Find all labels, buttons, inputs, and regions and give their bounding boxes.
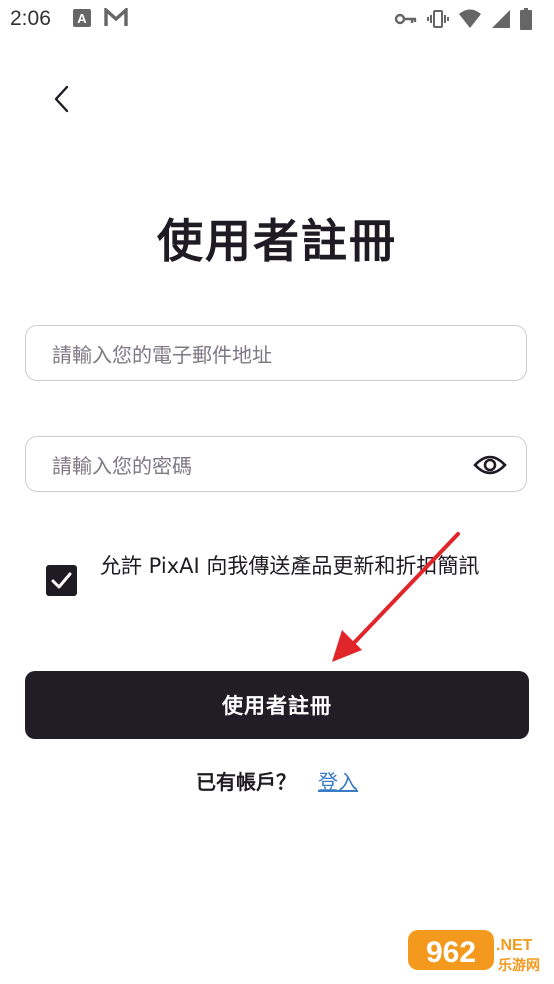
watermark-logo: 962 .NET 乐游网 xyxy=(408,928,548,978)
password-input[interactable] xyxy=(50,451,474,481)
register-button[interactable]: 使用者註冊 xyxy=(25,671,529,739)
key-icon xyxy=(394,9,418,33)
status-time: 2:06 xyxy=(10,7,51,30)
a-box-icon: A xyxy=(72,8,92,32)
watermark-number: 962 xyxy=(426,936,476,969)
login-link[interactable]: 登入 xyxy=(318,770,358,794)
vibrate-icon xyxy=(427,8,449,34)
page-title: 使用者註冊 xyxy=(157,214,397,268)
checkmark-icon xyxy=(46,572,77,600)
email-input[interactable] xyxy=(50,340,474,370)
have-account-text: 已有帳戶？ xyxy=(196,770,296,794)
wifi-icon xyxy=(458,9,482,33)
battery-icon xyxy=(520,8,532,34)
consent-checkbox[interactable] xyxy=(46,565,77,596)
svg-text:A: A xyxy=(77,11,87,26)
password-field[interactable] xyxy=(25,436,527,492)
chevron-left-icon xyxy=(48,85,78,118)
status-bar: 2:06 A xyxy=(0,0,554,40)
consent-label[interactable]: 允許 PixAI 向我傳送產品更新和折扣簡訊 xyxy=(100,549,500,583)
watermark-sub: 乐游网 xyxy=(498,957,540,973)
m-mail-icon xyxy=(104,6,128,32)
email-field[interactable] xyxy=(25,325,527,381)
back-button[interactable] xyxy=(48,84,78,114)
watermark-suffix: .NET xyxy=(496,937,533,954)
annotation-arrow xyxy=(332,532,460,662)
signal-icon xyxy=(491,9,511,33)
eye-icon[interactable] xyxy=(472,450,508,480)
login-prompt: 已有帳戶？ 登入 xyxy=(0,766,554,795)
